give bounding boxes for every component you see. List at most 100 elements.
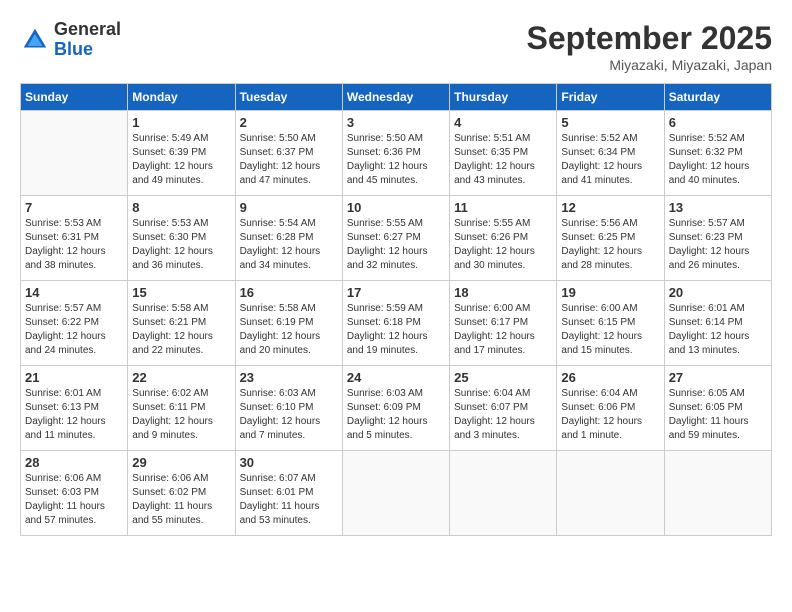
- logo-icon: [20, 25, 50, 55]
- day-number: 20: [669, 285, 767, 300]
- day-info: Sunrise: 5:52 AM Sunset: 6:34 PM Dayligh…: [561, 132, 659, 188]
- day-number: 4: [454, 115, 552, 130]
- day-info: Sunrise: 6:04 AM Sunset: 6:06 PM Dayligh…: [561, 387, 659, 443]
- day-info: Sunrise: 6:00 AM Sunset: 6:15 PM Dayligh…: [561, 302, 659, 358]
- day-cell: 18 Sunrise: 6:00 AM Sunset: 6:17 PM Dayli…: [450, 281, 557, 366]
- calendar: SundayMondayTuesdayWednesdayThursdayFrid…: [20, 83, 772, 536]
- day-cell: 5 Sunrise: 5:52 AM Sunset: 6:34 PM Daylig…: [557, 111, 664, 196]
- day-number: 22: [132, 370, 230, 385]
- day-info: Sunrise: 6:03 AM Sunset: 6:10 PM Dayligh…: [240, 387, 338, 443]
- week-row-2: 7 Sunrise: 5:53 AM Sunset: 6:31 PM Daylig…: [21, 196, 772, 281]
- day-cell: 29 Sunrise: 6:06 AM Sunset: 6:02 PM Dayli…: [128, 451, 235, 536]
- day-cell: 8 Sunrise: 5:53 AM Sunset: 6:30 PM Daylig…: [128, 196, 235, 281]
- day-info: Sunrise: 6:07 AM Sunset: 6:01 PM Dayligh…: [240, 472, 338, 528]
- day-info: Sunrise: 5:57 AM Sunset: 6:23 PM Dayligh…: [669, 217, 767, 273]
- day-info: Sunrise: 5:54 AM Sunset: 6:28 PM Dayligh…: [240, 217, 338, 273]
- day-cell: 28Sunrise: 6:06 AM Sunset: 6:03 PM Dayli…: [21, 451, 128, 536]
- day-cell: 6 Sunrise: 5:52 AM Sunset: 6:32 PM Daylig…: [664, 111, 771, 196]
- day-cell: 23Sunrise: 6:03 AM Sunset: 6:10 PM Dayli…: [235, 366, 342, 451]
- day-number: 21: [25, 370, 123, 385]
- day-number: 8: [132, 200, 230, 215]
- day-number: 18: [454, 285, 552, 300]
- day-cell: 19 Sunrise: 6:00 AM Sunset: 6:15 PM Dayli…: [557, 281, 664, 366]
- day-cell: 17 Sunrise: 5:59 AM Sunset: 6:18 PM Dayli…: [342, 281, 449, 366]
- day-info: Sunrise: 5:52 AM Sunset: 6:32 PM Dayligh…: [669, 132, 767, 188]
- day-number: 3: [347, 115, 445, 130]
- day-info: Sunrise: 5:59 AM Sunset: 6:18 PM Dayligh…: [347, 302, 445, 358]
- day-cell: 25 Sunrise: 6:04 AM Sunset: 6:07 PM Dayli…: [450, 366, 557, 451]
- day-number: 5: [561, 115, 659, 130]
- day-info: Sunrise: 5:58 AM Sunset: 6:21 PM Dayligh…: [132, 302, 230, 358]
- day-info: Sunrise: 6:00 AM Sunset: 6:17 PM Dayligh…: [454, 302, 552, 358]
- day-number: 29: [132, 455, 230, 470]
- day-info: Sunrise: 5:53 AM Sunset: 6:31 PM Dayligh…: [25, 217, 123, 273]
- day-info: Sunrise: 5:58 AM Sunset: 6:19 PM Dayligh…: [240, 302, 338, 358]
- logo-blue-text: Blue: [54, 40, 121, 60]
- day-number: 7: [25, 200, 123, 215]
- day-info: Sunrise: 6:06 AM Sunset: 6:02 PM Dayligh…: [132, 472, 230, 528]
- logo-text: General Blue: [54, 20, 121, 60]
- day-cell: 30Sunrise: 6:07 AM Sunset: 6:01 PM Dayli…: [235, 451, 342, 536]
- day-number: 17: [347, 285, 445, 300]
- day-number: 27: [669, 370, 767, 385]
- day-cell: 12Sunrise: 5:56 AM Sunset: 6:25 PM Dayli…: [557, 196, 664, 281]
- day-number: 13: [669, 200, 767, 215]
- day-info: Sunrise: 6:02 AM Sunset: 6:11 PM Dayligh…: [132, 387, 230, 443]
- day-cell: 27Sunrise: 6:05 AM Sunset: 6:05 PM Dayli…: [664, 366, 771, 451]
- weekday-header-saturday: Saturday: [664, 84, 771, 111]
- weekday-header-sunday: Sunday: [21, 84, 128, 111]
- day-cell: [557, 451, 664, 536]
- day-cell: 15 Sunrise: 5:58 AM Sunset: 6:21 PM Dayli…: [128, 281, 235, 366]
- day-cell: [664, 451, 771, 536]
- week-row-3: 14Sunrise: 5:57 AM Sunset: 6:22 PM Dayli…: [21, 281, 772, 366]
- day-cell: 4 Sunrise: 5:51 AM Sunset: 6:35 PM Daylig…: [450, 111, 557, 196]
- weekday-header-friday: Friday: [557, 84, 664, 111]
- day-info: Sunrise: 5:51 AM Sunset: 6:35 PM Dayligh…: [454, 132, 552, 188]
- day-number: 2: [240, 115, 338, 130]
- day-cell: 24Sunrise: 6:03 AM Sunset: 6:09 PM Dayli…: [342, 366, 449, 451]
- week-row-1: 1 Sunrise: 5:49 AM Sunset: 6:39 PM Daylig…: [21, 111, 772, 196]
- day-number: 24: [347, 370, 445, 385]
- weekday-header-wednesday: Wednesday: [342, 84, 449, 111]
- day-cell: 9 Sunrise: 5:54 AM Sunset: 6:28 PM Daylig…: [235, 196, 342, 281]
- day-info: Sunrise: 5:49 AM Sunset: 6:39 PM Dayligh…: [132, 132, 230, 188]
- day-info: Sunrise: 5:50 AM Sunset: 6:36 PM Dayligh…: [347, 132, 445, 188]
- day-cell: 11 Sunrise: 5:55 AM Sunset: 6:26 PM Dayli…: [450, 196, 557, 281]
- header: General Blue September 2025 Miyazaki, Mi…: [20, 20, 772, 73]
- weekday-header-row: SundayMondayTuesdayWednesdayThursdayFrid…: [21, 84, 772, 111]
- day-cell: 14Sunrise: 5:57 AM Sunset: 6:22 PM Dayli…: [21, 281, 128, 366]
- day-number: 6: [669, 115, 767, 130]
- day-info: Sunrise: 6:04 AM Sunset: 6:07 PM Dayligh…: [454, 387, 552, 443]
- day-info: Sunrise: 5:50 AM Sunset: 6:37 PM Dayligh…: [240, 132, 338, 188]
- weekday-header-tuesday: Tuesday: [235, 84, 342, 111]
- day-cell: [450, 451, 557, 536]
- logo: General Blue: [20, 20, 121, 60]
- day-cell: 10Sunrise: 5:55 AM Sunset: 6:27 PM Dayli…: [342, 196, 449, 281]
- title-area: September 2025 Miyazaki, Miyazaki, Japan: [527, 20, 772, 73]
- day-cell: 21 Sunrise: 6:01 AM Sunset: 6:13 PM Dayli…: [21, 366, 128, 451]
- day-cell: 20 Sunrise: 6:01 AM Sunset: 6:14 PM Dayli…: [664, 281, 771, 366]
- month-title: September 2025: [527, 20, 772, 57]
- day-info: Sunrise: 5:55 AM Sunset: 6:26 PM Dayligh…: [454, 217, 552, 273]
- day-info: Sunrise: 6:01 AM Sunset: 6:13 PM Dayligh…: [25, 387, 123, 443]
- day-cell: 22 Sunrise: 6:02 AM Sunset: 6:11 PM Dayli…: [128, 366, 235, 451]
- day-number: 1: [132, 115, 230, 130]
- week-row-5: 28Sunrise: 6:06 AM Sunset: 6:03 PM Dayli…: [21, 451, 772, 536]
- day-info: Sunrise: 6:01 AM Sunset: 6:14 PM Dayligh…: [669, 302, 767, 358]
- day-cell: 1 Sunrise: 5:49 AM Sunset: 6:39 PM Daylig…: [128, 111, 235, 196]
- week-row-4: 21 Sunrise: 6:01 AM Sunset: 6:13 PM Dayli…: [21, 366, 772, 451]
- day-info: Sunrise: 5:53 AM Sunset: 6:30 PM Dayligh…: [132, 217, 230, 273]
- weekday-header-thursday: Thursday: [450, 84, 557, 111]
- day-cell: 2 Sunrise: 5:50 AM Sunset: 6:37 PM Daylig…: [235, 111, 342, 196]
- day-cell: 26Sunrise: 6:04 AM Sunset: 6:06 PM Dayli…: [557, 366, 664, 451]
- day-cell: 3 Sunrise: 5:50 AM Sunset: 6:36 PM Daylig…: [342, 111, 449, 196]
- logo-general-text: General: [54, 20, 121, 40]
- day-cell: 16Sunrise: 5:58 AM Sunset: 6:19 PM Dayli…: [235, 281, 342, 366]
- day-info: Sunrise: 6:06 AM Sunset: 6:03 PM Dayligh…: [25, 472, 123, 528]
- day-number: 19: [561, 285, 659, 300]
- day-number: 15: [132, 285, 230, 300]
- day-number: 11: [454, 200, 552, 215]
- day-cell: [342, 451, 449, 536]
- day-number: 9: [240, 200, 338, 215]
- day-number: 25: [454, 370, 552, 385]
